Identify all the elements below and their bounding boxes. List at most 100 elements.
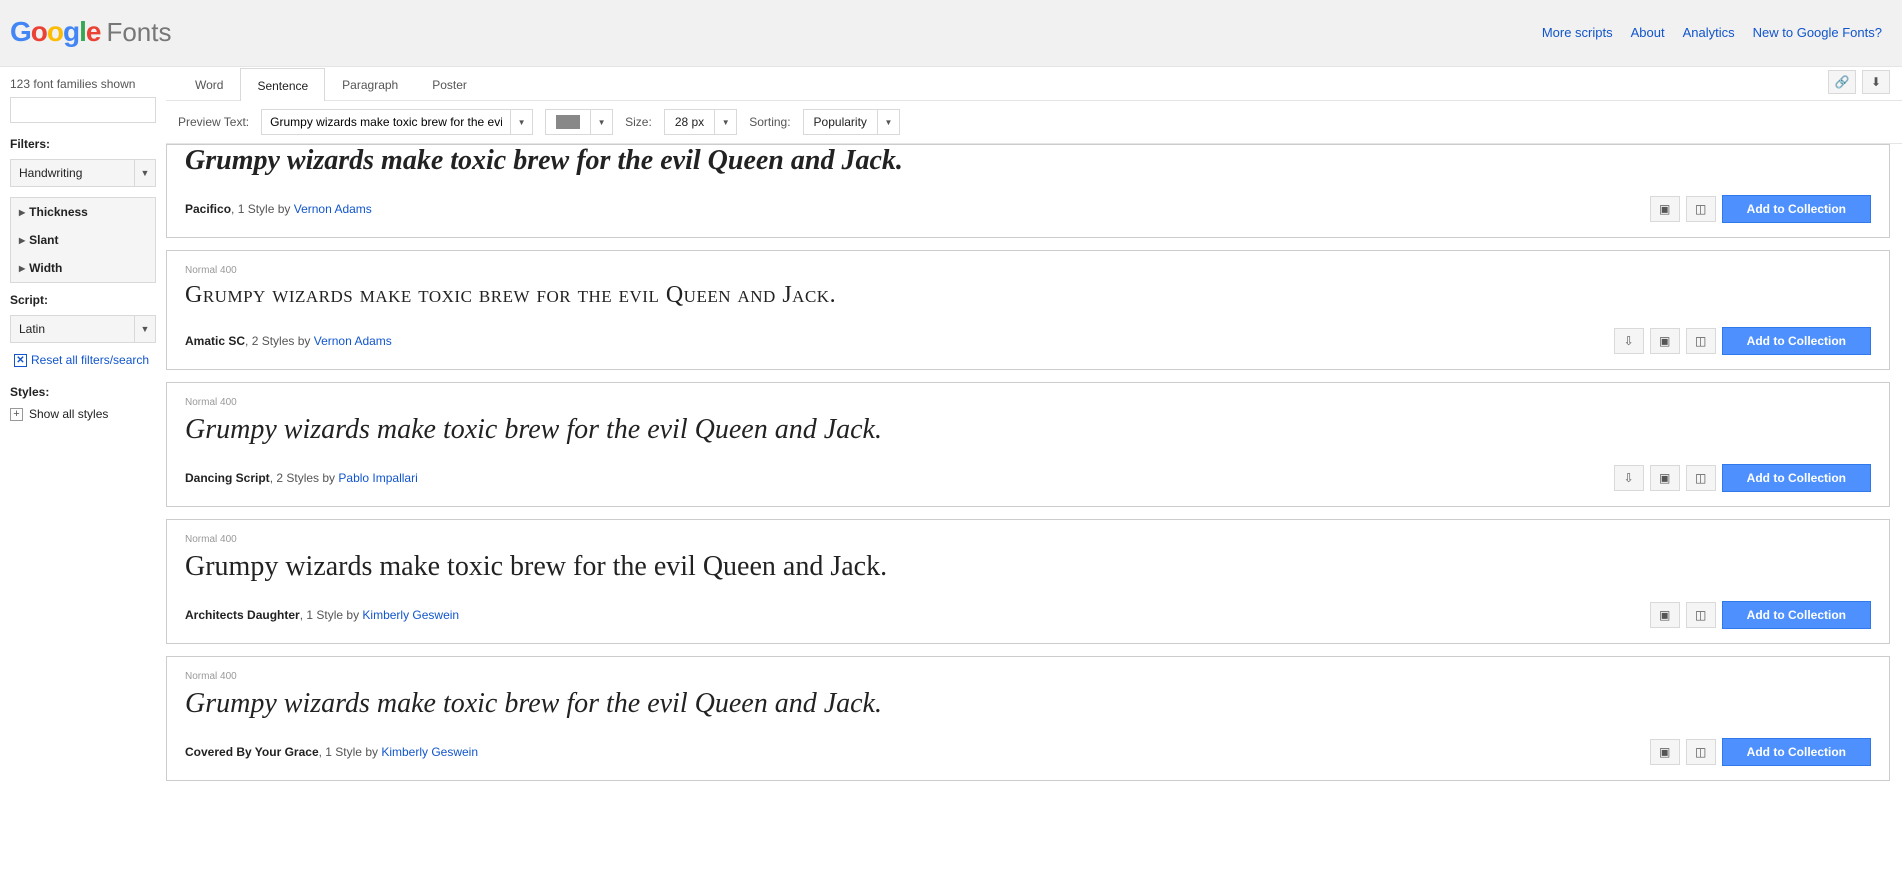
collection-icon[interactable]: ◫ <box>1686 739 1716 765</box>
author-link[interactable]: Kimberly Geswein <box>381 745 478 759</box>
collection-icon[interactable]: ◫ <box>1686 196 1716 222</box>
caret-right-icon: ▶ <box>19 208 25 217</box>
weight-label: Normal 400 <box>185 671 1871 682</box>
script-select[interactable]: Latin ▼ <box>10 315 156 343</box>
facet-slant[interactable]: ▶Slant <box>11 226 155 254</box>
size-value[interactable]: 28 px <box>664 109 715 135</box>
font-sample[interactable]: Grumpy wizards make toxic brew for the e… <box>185 414 1871 446</box>
header-links: More scripts About Analytics New to Goog… <box>1542 25 1882 40</box>
chevron-down-icon[interactable]: ▼ <box>715 109 737 135</box>
pop-out-icon[interactable]: ▣ <box>1650 739 1680 765</box>
category-select[interactable]: Handwriting ▼ <box>10 159 156 187</box>
tab-word[interactable]: Word <box>178 67 240 100</box>
logo[interactable]: Google Fonts <box>10 16 172 48</box>
pop-out-icon[interactable]: ▣ <box>1650 328 1680 354</box>
font-card: Normal 400 Grumpy wizards make toxic brew… <box>166 250 1890 370</box>
author-link[interactable]: Kimberly Geswein <box>362 608 459 622</box>
weight-label: Normal 400 <box>185 397 1871 408</box>
add-to-collection-button[interactable]: Add to Collection <box>1722 327 1871 355</box>
script-value: Latin <box>10 315 134 343</box>
font-meta: Architects Daughter, 1 Style by Kimberly… <box>185 608 459 622</box>
preview-text-input[interactable] <box>261 109 511 135</box>
tab-paragraph[interactable]: Paragraph <box>325 67 415 100</box>
facets-panel: ▶Thickness ▶Slant ▶Width <box>10 197 156 283</box>
size-label: Size: <box>625 115 652 129</box>
filters-label: Filters: <box>10 137 156 151</box>
font-card: Normal 400 Grumpy wizards make toxic brew… <box>166 656 1890 781</box>
facet-thickness[interactable]: ▶Thickness <box>11 198 155 226</box>
card-footer: Pacifico, 1 Style by Vernon Adams ▣◫Add t… <box>185 195 1871 223</box>
keyboard-button[interactable] <box>545 109 591 135</box>
link-about[interactable]: About <box>1631 25 1665 40</box>
pop-out-icon[interactable]: ▣ <box>1650 602 1680 628</box>
facet-width[interactable]: ▶Width <box>11 254 155 282</box>
caret-right-icon: ▶ <box>19 264 25 273</box>
quick-use-icon[interactable]: ⇩ <box>1614 328 1644 354</box>
font-card: Grumpy wizards make toxic brew for the e… <box>166 144 1890 238</box>
collection-icon[interactable]: ◫ <box>1686 465 1716 491</box>
view-tabs: WordSentenceParagraphPoster <box>178 67 484 100</box>
font-list: Grumpy wizards make toxic brew for the e… <box>166 144 1902 805</box>
card-footer: Architects Daughter, 1 Style by Kimberly… <box>185 601 1871 629</box>
font-sample[interactable]: Grumpy wizards make toxic brew for the e… <box>185 551 1871 583</box>
font-sample[interactable]: Grumpy wizards make toxic brew for the e… <box>185 282 1871 309</box>
card-actions: ▣◫Add to Collection <box>1650 195 1871 223</box>
category-value: Handwriting <box>10 159 134 187</box>
preview-text-label: Preview Text: <box>178 115 249 129</box>
collection-icon[interactable]: ◫ <box>1686 328 1716 354</box>
font-meta: Covered By Your Grace, 1 Style by Kimber… <box>185 745 478 759</box>
tabs-row: WordSentenceParagraphPoster 🔗 ⬇ <box>166 67 1902 101</box>
collection-icon[interactable]: ◫ <box>1686 602 1716 628</box>
pop-out-icon[interactable]: ▣ <box>1650 465 1680 491</box>
font-sample[interactable]: Grumpy wizards make toxic brew for the e… <box>185 688 1871 720</box>
script-label: Script: <box>10 293 156 307</box>
font-card: Normal 400 Grumpy wizards make toxic brew… <box>166 382 1890 507</box>
card-footer: Dancing Script, 2 Styles by Pablo Impall… <box>185 464 1871 492</box>
plus-icon: + <box>10 408 23 421</box>
pop-out-icon[interactable]: ▣ <box>1650 196 1680 222</box>
link-more-scripts[interactable]: More scripts <box>1542 25 1613 40</box>
reset-filters[interactable]: ✕ Reset all filters/search <box>14 353 156 367</box>
link-new-to-google-fonts[interactable]: New to Google Fonts? <box>1753 25 1882 40</box>
quick-use-icon[interactable]: ⇩ <box>1614 465 1644 491</box>
families-count: 123 font families shown <box>10 77 156 91</box>
author-link[interactable]: Vernon Adams <box>314 334 392 348</box>
logo-google: Google <box>10 16 100 48</box>
tab-actions: 🔗 ⬇ <box>1828 70 1890 100</box>
card-footer: Amatic SC, 2 Styles by Vernon Adams ⇩▣◫Ad… <box>185 327 1871 355</box>
chevron-down-icon[interactable]: ▼ <box>511 109 533 135</box>
card-footer: Covered By Your Grace, 1 Style by Kimber… <box>185 738 1871 766</box>
font-sample[interactable]: Grumpy wizards make toxic brew for the e… <box>185 145 1871 177</box>
add-to-collection-button[interactable]: Add to Collection <box>1722 464 1871 492</box>
chevron-down-icon: ▼ <box>134 159 156 187</box>
add-to-collection-button[interactable]: Add to Collection <box>1722 601 1871 629</box>
sorting-value[interactable]: Popularity <box>803 109 878 135</box>
chevron-down-icon: ▼ <box>134 315 156 343</box>
weight-label: Normal 400 <box>185 265 1871 276</box>
main: WordSentenceParagraphPoster 🔗 ⬇ Preview … <box>166 67 1902 805</box>
download-icon[interactable]: ⬇ <box>1862 70 1890 94</box>
author-link[interactable]: Pablo Impallari <box>338 471 417 485</box>
link-icon[interactable]: 🔗 <box>1828 70 1856 94</box>
card-actions: ⇩▣◫Add to Collection <box>1614 327 1871 355</box>
add-to-collection-button[interactable]: Add to Collection <box>1722 738 1871 766</box>
author-link[interactable]: Vernon Adams <box>294 202 372 216</box>
tab-sentence[interactable]: Sentence <box>240 68 325 101</box>
tab-poster[interactable]: Poster <box>415 67 484 100</box>
show-all-styles[interactable]: + Show all styles <box>10 407 156 421</box>
sorting-label: Sorting: <box>749 115 790 129</box>
add-to-collection-button[interactable]: Add to Collection <box>1722 195 1871 223</box>
search-input[interactable] <box>10 97 156 123</box>
card-actions: ⇩▣◫Add to Collection <box>1614 464 1871 492</box>
styles-label: Styles: <box>10 385 156 399</box>
sidebar: 123 font families shown Filters: Handwri… <box>0 67 166 805</box>
font-meta: Amatic SC, 2 Styles by Vernon Adams <box>185 334 392 348</box>
font-card: Normal 400Grumpy wizards make toxic brew… <box>166 519 1890 644</box>
link-analytics[interactable]: Analytics <box>1683 25 1735 40</box>
controls-bar: Preview Text: ▼ ▼ Size: 28 px ▼ Sorting:… <box>166 101 1902 144</box>
chevron-down-icon[interactable]: ▼ <box>591 109 613 135</box>
caret-right-icon: ▶ <box>19 236 25 245</box>
chevron-down-icon[interactable]: ▼ <box>878 109 900 135</box>
font-meta: Pacifico, 1 Style by Vernon Adams <box>185 202 372 216</box>
logo-fonts: Fonts <box>106 17 171 48</box>
